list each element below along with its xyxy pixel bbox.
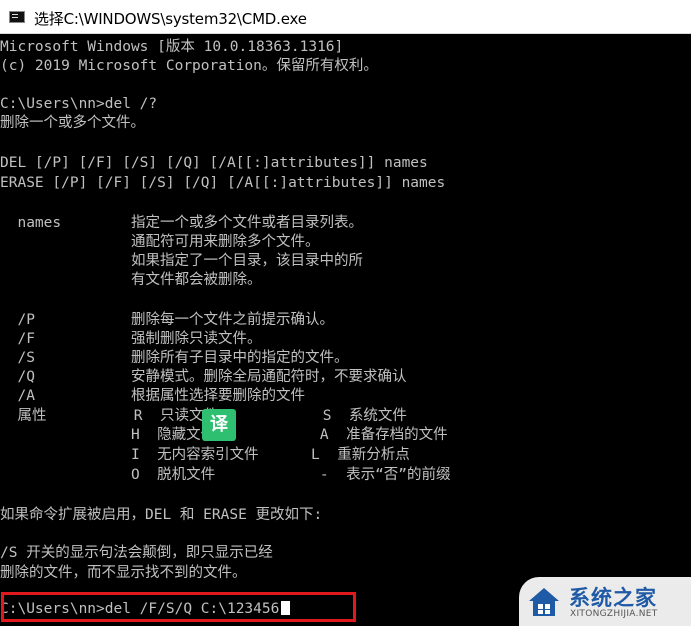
window-title: 选择C:\WINDOWS\system32\CMD.exe xyxy=(34,10,307,28)
console-line: (c) 2019 Microsoft Corporation。保留所有权利。 xyxy=(0,58,378,74)
console-output[interactable]: Microsoft Windows [版本 10.0.18363.1316] (… xyxy=(0,34,691,626)
console-line: /P 删除每一个文件之前提示确认。 xyxy=(0,312,334,328)
watermark-name: 系统之家 xyxy=(569,586,657,610)
console-line: C:\Users\nn>del /? xyxy=(0,96,158,112)
console-line: 如果命令扩展被启用，DEL 和 ERASE 更改如下: xyxy=(0,507,323,523)
console-line: 有文件都会被删除。 xyxy=(0,272,262,288)
console-line: I 无内容索引文件 L 重新分析点 xyxy=(0,447,410,463)
console-line: /F 强制删除只读文件。 xyxy=(0,331,262,347)
cmd-app-icon[interactable] xyxy=(9,11,25,23)
site-watermark: 系统之家 XITONGZHIJIA.NET xyxy=(519,577,691,626)
console-line: O 脱机文件 - 表示“否”的前缀 xyxy=(0,467,451,483)
console-line: 通配符可用来删除多个文件。 xyxy=(0,234,320,250)
console-line: /A 根据属性选择要删除的文件 xyxy=(0,388,305,404)
console-line: ERASE [/P] [/F] [/S] [/Q] [/A[[:]attribu… xyxy=(0,175,446,191)
window-title-bar[interactable]: 选择C:\WINDOWS\system32\CMD.exe xyxy=(0,0,691,34)
console-line: /S 删除所有子目录中的指定的文件。 xyxy=(0,350,349,366)
translate-button[interactable]: 译 xyxy=(202,409,236,441)
console-line: 如果指定了一个目录，该目录中的所 xyxy=(0,253,363,269)
console-line: 删除一个或多个文件。 xyxy=(0,115,145,131)
console-line: names 指定一个或多个文件或者目录列表。 xyxy=(0,215,363,231)
command-highlight-box xyxy=(1,592,356,622)
console-line: Microsoft Windows [版本 10.0.18363.1316] xyxy=(0,39,344,55)
watermark-url: XITONGZHIJIA.NET xyxy=(570,609,658,619)
console-line: /S 开关的显示句法会颠倒，即只显示已经 xyxy=(0,545,273,561)
console-line: /Q 安静模式。删除全局通配符时，不要求确认 xyxy=(0,369,407,385)
console-line: DEL [/P] [/F] [/S] [/Q] [/A[[:]attribute… xyxy=(0,155,428,171)
console-line: 删除的文件，而不显示找不到的文件。 xyxy=(0,565,247,581)
house-logo-icon xyxy=(529,588,559,616)
